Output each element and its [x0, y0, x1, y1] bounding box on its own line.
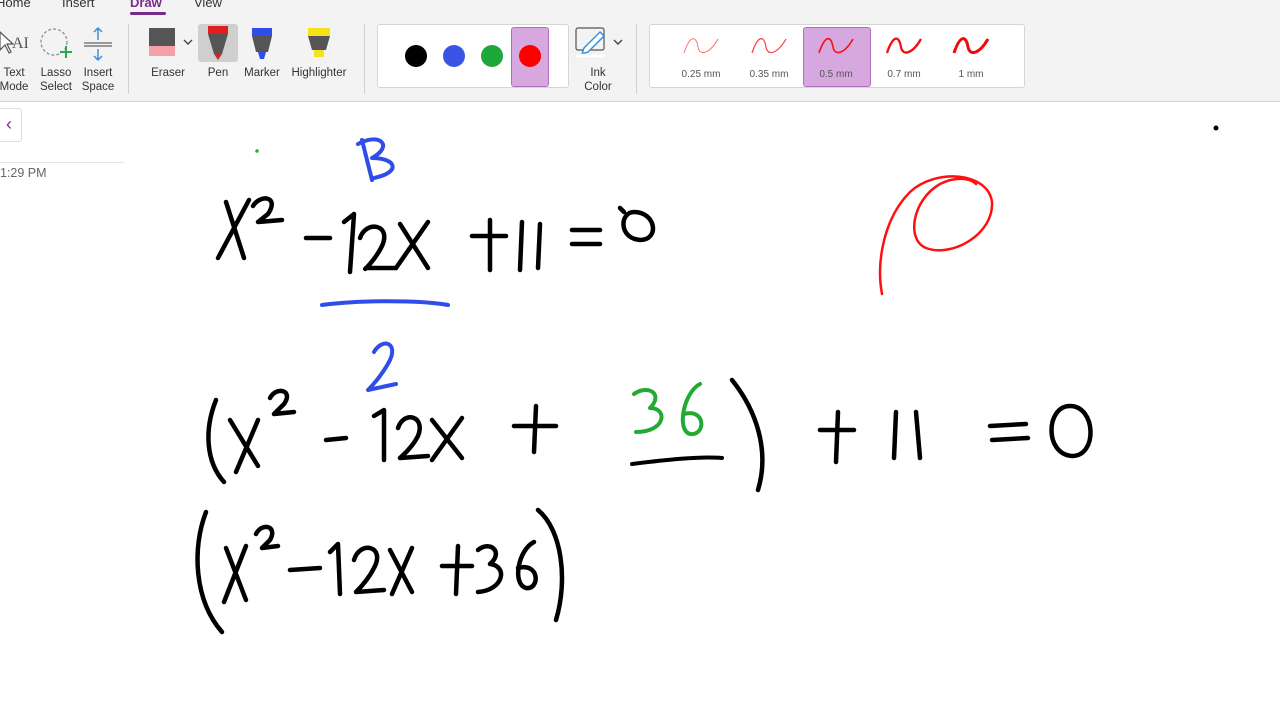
pen-icon — [208, 26, 228, 60]
color-swatch-black[interactable] — [405, 45, 427, 67]
black-underline-36 — [630, 455, 724, 466]
thickness-label: 0.35 mm — [749, 69, 789, 80]
text-mode-button[interactable]: AI Text Mode — [0, 26, 32, 96]
toolbar-separator — [636, 24, 637, 94]
ink-color-label-1: Ink — [590, 67, 606, 79]
insert-space-icon — [84, 26, 112, 62]
equation-line-2 — [206, 377, 1093, 493]
lasso-label-2: Select — [40, 81, 72, 93]
color-swatch-red[interactable] — [519, 45, 541, 67]
ink-canvas[interactable] — [0, 101, 1280, 720]
blue-underline — [320, 299, 450, 307]
text-mode-label-1: Text — [3, 67, 25, 79]
thickness-label: 0.5 mm — [819, 69, 853, 80]
ink-color-pen-icon — [575, 27, 623, 59]
marker-label: Marker — [244, 67, 280, 79]
svg-text:AI: AI — [12, 35, 29, 52]
highlighter-icon — [308, 28, 330, 57]
red-ink-loop — [878, 175, 994, 296]
pen-thickness-palette: 0.25 mm 0.35 mm 0.5 mm 0.7 mm 1 mm — [649, 24, 1025, 88]
toolbar-separator — [128, 24, 129, 94]
insert-space-label-1: Insert — [83, 67, 113, 79]
insert-space-label-2: Space — [81, 81, 115, 93]
draw-toolbar: AI Text Mode Lasso Select Insert Space E… — [0, 16, 1280, 102]
ink-color-label-2: Color — [584, 81, 612, 93]
stray-ink-dot — [1213, 125, 1219, 131]
eraser-icon — [149, 28, 193, 56]
ink-color-button[interactable]: Ink Color — [570, 24, 626, 94]
blue-annotation-b — [356, 137, 395, 182]
thickness-stroke-icon — [683, 38, 719, 54]
thickness-stroke-icon — [952, 37, 990, 55]
equation-line-1 — [215, 196, 656, 275]
thickness-stroke-icon — [885, 37, 922, 54]
thickness-label: 1 mm — [958, 69, 984, 80]
thickness-stroke-icon — [751, 38, 787, 54]
pen-button[interactable]: Pen — [198, 24, 238, 94]
stray-ink-dot — [255, 149, 259, 153]
blue-annotation-2 — [366, 341, 398, 392]
highlighter-label: Highlighter — [291, 67, 347, 79]
pen-color-palette — [377, 24, 569, 88]
insert-space-button[interactable]: Insert Space — [78, 26, 118, 96]
thickness-label: 0.7 mm — [887, 69, 921, 80]
eraser-button[interactable]: Eraser — [142, 24, 194, 94]
color-swatch-green[interactable] — [481, 45, 503, 67]
color-swatch-blue[interactable] — [443, 45, 465, 67]
text-mode-label-2: Mode — [0, 81, 29, 93]
thickness-label: 0.25 mm — [681, 69, 721, 80]
equation-line-3 — [195, 507, 565, 635]
text-mode-icon: AI — [0, 31, 29, 54]
tab-view[interactable]: View — [194, 0, 222, 10]
highlighter-button[interactable]: Highlighter — [286, 24, 352, 94]
marker-button[interactable]: Marker — [240, 24, 284, 94]
ribbon-tab-bar: Home Insert Draw View — [0, 0, 1280, 16]
green-annotation-36 — [632, 382, 704, 436]
eraser-label: Eraser — [151, 67, 185, 79]
tab-home[interactable]: Home — [0, 0, 31, 10]
toolbar-separator — [364, 24, 365, 94]
pen-label: Pen — [207, 67, 229, 79]
tab-draw[interactable]: Draw — [130, 0, 162, 10]
lasso-select-button[interactable]: Lasso Select — [36, 26, 76, 96]
active-tab-indicator — [130, 12, 166, 15]
marker-icon — [252, 28, 272, 59]
lasso-label-1: Lasso — [40, 67, 72, 79]
thickness-stroke-icon — [818, 37, 854, 54]
lasso-select-icon — [40, 28, 72, 58]
tab-insert[interactable]: Insert — [62, 0, 95, 10]
